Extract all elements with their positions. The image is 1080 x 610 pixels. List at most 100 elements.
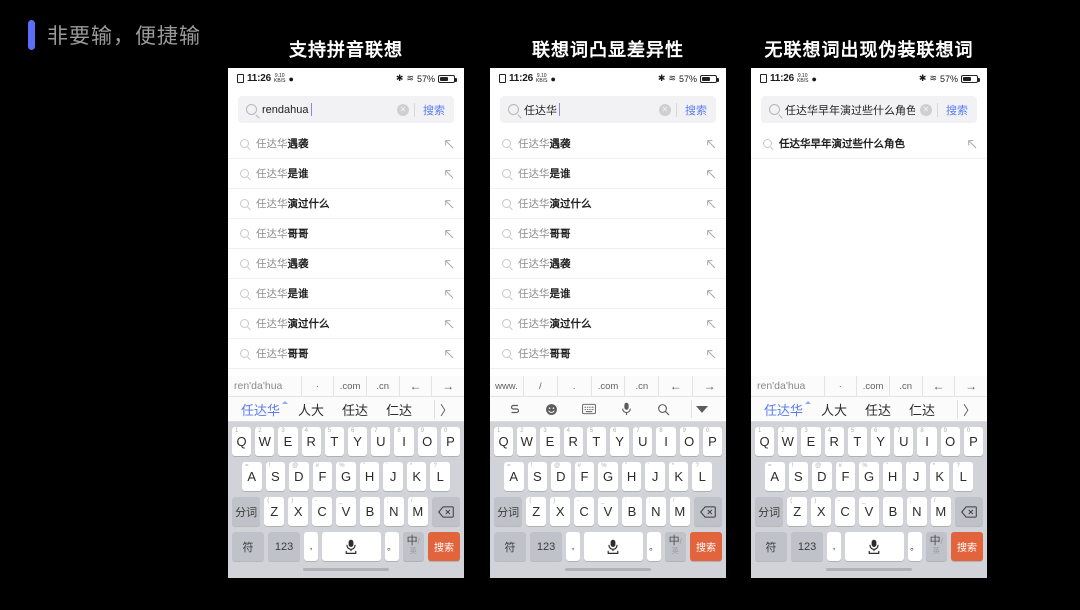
key-p[interactable]: 0P xyxy=(440,427,461,456)
key-i[interactable]: 8I xyxy=(917,427,937,456)
key-g[interactable]: % G xyxy=(859,462,879,491)
key-s[interactable]: ! S xyxy=(265,462,286,491)
clear-input-button[interactable]: ✕ xyxy=(397,103,409,116)
microphone-icon[interactable] xyxy=(617,400,637,418)
key-k[interactable]: * K xyxy=(929,462,950,491)
fill-query-arrow-icon[interactable] xyxy=(967,139,977,149)
more-candidates-chevron-icon[interactable]: 〉 xyxy=(433,399,460,419)
key-c[interactable]: -C xyxy=(835,497,856,526)
suggestion-item[interactable]: 任达华遇袭 xyxy=(490,129,726,159)
search-bar[interactable]: 任达华 ✕ 搜索 xyxy=(500,96,716,123)
enter-search-key[interactable]: 搜索 xyxy=(690,532,723,561)
key-o[interactable]: 9O xyxy=(679,427,699,456)
key-b[interactable]: :B xyxy=(359,497,380,526)
numbers-key[interactable]: 123 xyxy=(530,532,563,561)
toolbar-dot[interactable]: · xyxy=(825,375,858,397)
space-key[interactable] xyxy=(584,532,643,561)
period-key[interactable]: 。 xyxy=(907,532,922,561)
key-w[interactable]: 2W xyxy=(517,427,537,456)
candidate-word[interactable]: 仁达 xyxy=(377,400,421,419)
key-f[interactable]: # F xyxy=(312,462,333,491)
key-u[interactable]: 7U xyxy=(894,427,914,456)
key-v[interactable]: _ V xyxy=(336,497,356,526)
fill-query-arrow-icon[interactable] xyxy=(706,319,716,329)
pinyin-composition[interactable]: ren'da'hua xyxy=(228,375,302,397)
suggestion-item[interactable]: 任达华是谁 xyxy=(490,159,726,189)
key-h[interactable]: " H xyxy=(621,462,642,491)
key-a[interactable]: = A xyxy=(503,462,524,491)
key-z[interactable]: (Z xyxy=(787,497,808,526)
segment-word-key[interactable]: 分词 xyxy=(232,497,261,526)
key-x[interactable]: ) X xyxy=(550,497,571,526)
key-a[interactable]: = A xyxy=(241,462,262,491)
candidate-word[interactable]: 任达华 xyxy=(755,400,812,419)
key-j[interactable]: ' J xyxy=(906,462,926,491)
key-t[interactable]: 5T xyxy=(324,427,344,456)
key-s[interactable]: ! S xyxy=(527,462,548,491)
toolbar-dotcn[interactable]: .cn xyxy=(367,375,400,397)
key-l[interactable]: ? L xyxy=(430,462,451,491)
segment-word-key[interactable]: 分词 xyxy=(755,497,784,526)
suggestion-item[interactable]: 任达华遇袭 xyxy=(490,249,726,279)
key-i[interactable]: 8I xyxy=(656,427,676,456)
key-r[interactable]: 4R xyxy=(824,427,844,456)
clear-input-button[interactable]: ✕ xyxy=(920,103,932,116)
toolbar-back-arrow[interactable]: ← xyxy=(400,375,433,397)
toolbar-dotcn[interactable]: .cn xyxy=(625,375,660,397)
key-y[interactable]: 6Y xyxy=(610,427,630,456)
key-y[interactable]: 6Y xyxy=(871,427,891,456)
suggestion-item[interactable]: 任达华演过什么 xyxy=(490,189,726,219)
toolbar-back-arrow[interactable]: ← xyxy=(659,375,694,397)
comma-key[interactable]: , xyxy=(566,532,580,561)
toolbar-back-arrow[interactable]: ← xyxy=(923,375,956,397)
language-toggle-key[interactable]: 中/英 xyxy=(402,532,424,561)
key-e[interactable]: 3E xyxy=(540,427,560,456)
candidate-word[interactable]: 人大 xyxy=(812,400,856,419)
period-key[interactable]: 。 xyxy=(646,532,661,561)
key-l[interactable]: ? L xyxy=(692,462,713,491)
key-b[interactable]: :B xyxy=(882,497,903,526)
key-a[interactable]: = A xyxy=(764,462,785,491)
symbol-key[interactable]: 符 xyxy=(494,532,527,561)
candidate-word[interactable]: 任达 xyxy=(856,400,900,419)
enter-search-key[interactable]: 搜索 xyxy=(428,532,461,561)
suggestion-item[interactable]: 任达华哥哥 xyxy=(490,219,726,249)
search-input[interactable]: rendahua xyxy=(262,103,392,116)
search-submit-button[interactable]: 搜索 xyxy=(682,102,710,118)
space-key[interactable] xyxy=(322,532,381,561)
toolbar-dotcom[interactable]: .com xyxy=(592,375,626,397)
fill-query-arrow-icon[interactable] xyxy=(706,349,716,359)
key-v[interactable]: _ V xyxy=(859,497,879,526)
symbol-key[interactable]: 符 xyxy=(755,532,788,561)
key-u[interactable]: 7U xyxy=(633,427,653,456)
more-candidates-chevron-icon[interactable]: 〉 xyxy=(956,399,983,419)
fill-query-arrow-icon[interactable] xyxy=(444,289,454,299)
suggestion-item[interactable]: 任达华是谁 xyxy=(228,159,464,189)
key-u[interactable]: 7U xyxy=(371,427,391,456)
toolbar-forward-arrow[interactable]: → xyxy=(693,376,726,397)
language-toggle-key[interactable]: 中/英 xyxy=(925,532,947,561)
key-d[interactable]: @ D xyxy=(812,462,832,491)
key-q[interactable]: 1Q xyxy=(231,427,252,456)
key-r[interactable]: 4R xyxy=(301,427,321,456)
language-toggle-key[interactable]: 中/英 xyxy=(664,532,686,561)
suggestion-item[interactable]: 任达华遇袭 xyxy=(228,129,464,159)
fill-query-arrow-icon[interactable] xyxy=(444,169,454,179)
key-x[interactable]: ) X xyxy=(288,497,309,526)
suggestion-item[interactable]: 任达华是谁 xyxy=(228,279,464,309)
search-bar[interactable]: 任达华早年演过些什么角色 ✕ 搜索 xyxy=(761,96,977,123)
pinyin-composition[interactable]: ren'da'hua xyxy=(751,375,825,397)
fill-query-arrow-icon[interactable] xyxy=(706,199,716,209)
key-f[interactable]: # F xyxy=(574,462,595,491)
key-e[interactable]: 3E xyxy=(801,427,821,456)
fill-query-arrow-icon[interactable] xyxy=(444,229,454,239)
key-k[interactable]: * K xyxy=(668,462,689,491)
suggestion-item[interactable]: 任达华是谁 xyxy=(490,279,726,309)
key-j[interactable]: ' J xyxy=(383,462,403,491)
suggestion-item[interactable]: 任达华哥哥 xyxy=(490,339,726,369)
search-submit-button[interactable]: 搜索 xyxy=(420,102,448,118)
numbers-key[interactable]: 123 xyxy=(791,532,824,561)
key-h[interactable]: " H xyxy=(882,462,903,491)
keyboard-icon[interactable] xyxy=(579,400,599,418)
numbers-key[interactable]: 123 xyxy=(268,532,301,561)
